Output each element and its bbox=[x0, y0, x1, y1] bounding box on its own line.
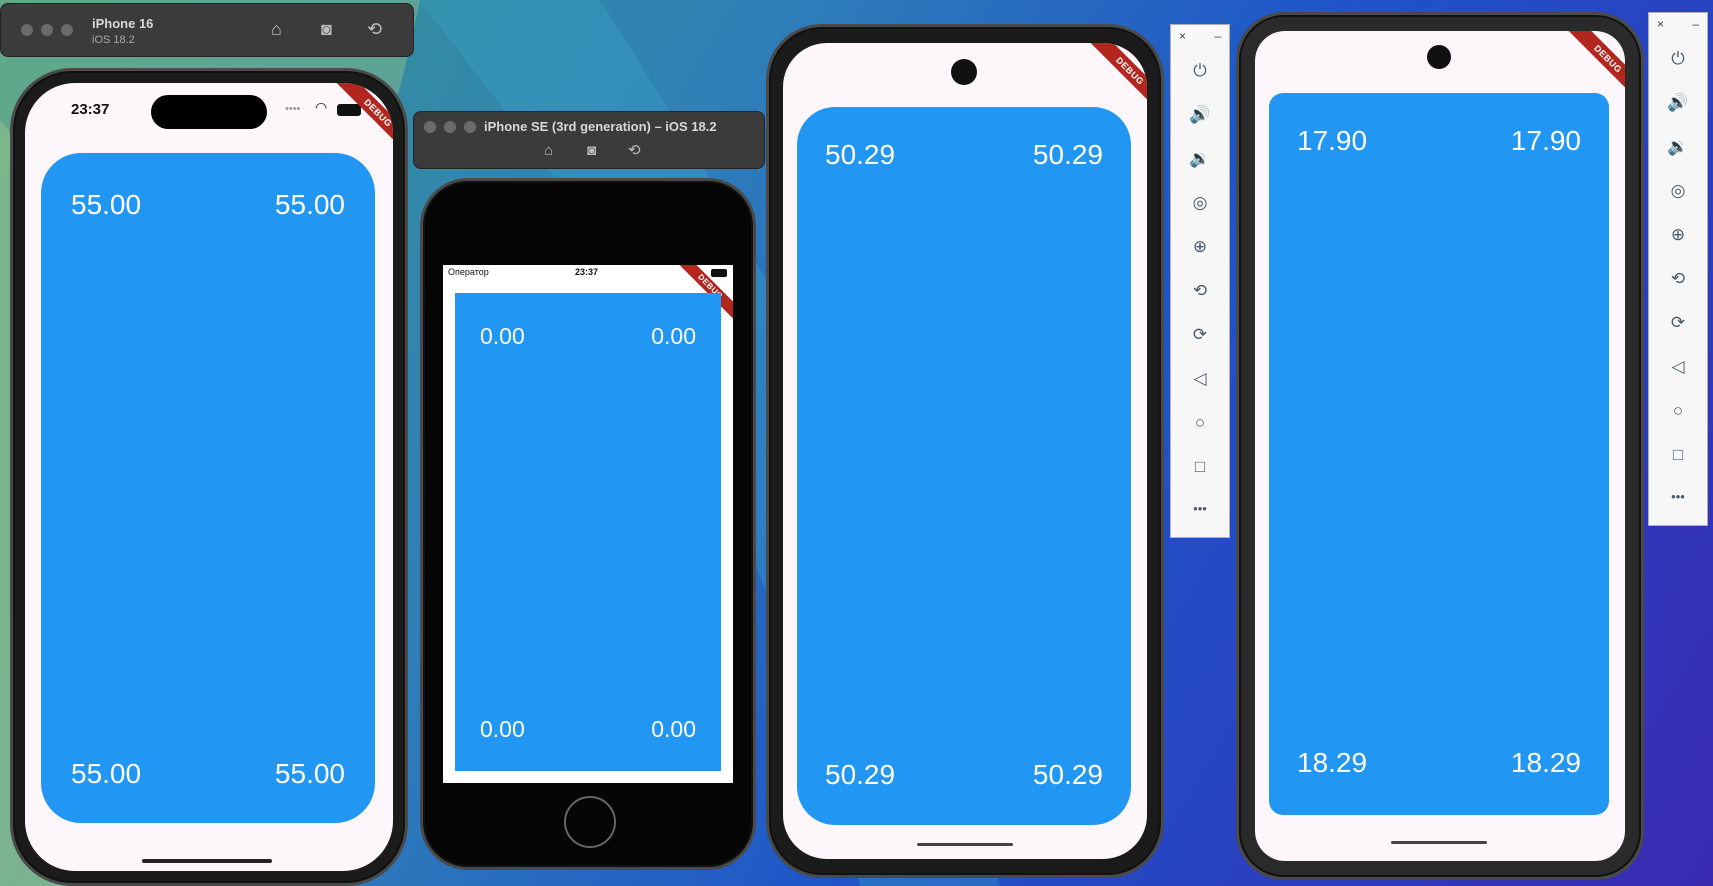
screenshot-icon[interactable]: ◙ bbox=[321, 20, 332, 38]
status-time: 23:37 bbox=[575, 267, 599, 277]
volume-up-icon[interactable]: 🔊 bbox=[1171, 105, 1229, 125]
overview-icon[interactable]: □ bbox=[1171, 457, 1229, 477]
simulator-titlebar-iphone16: iPhone 16 iOS 18.2 ⌂ ◙ ⟲ bbox=[0, 3, 414, 57]
more-icon[interactable]: ••• bbox=[1171, 501, 1229, 516]
window-traffic-lights[interactable] bbox=[21, 24, 73, 36]
value-bottom-left: 50.29 bbox=[825, 759, 896, 790]
front-camera bbox=[1427, 45, 1451, 69]
blue-card: 17.90 17.90 18.29 18.29 bbox=[1269, 93, 1609, 815]
home-icon[interactable]: ⌂ bbox=[544, 142, 553, 160]
status-carrier: Оператор bbox=[448, 267, 489, 277]
rotate-icon[interactable]: ⟲ bbox=[367, 20, 382, 38]
minimize-icon[interactable]: – bbox=[1692, 17, 1699, 31]
screenshot-icon[interactable]: ◙ bbox=[587, 142, 596, 160]
dynamic-island bbox=[151, 95, 267, 129]
back-icon[interactable]: ◁ bbox=[1649, 357, 1707, 377]
back-icon[interactable]: ◁ bbox=[1171, 369, 1229, 389]
value-bottom-left: 0.00 bbox=[480, 716, 525, 742]
simulator-titlebar-iphone-se: iPhone SE (3rd generation) – iOS 18.2 ⌂ … bbox=[413, 111, 765, 169]
front-camera bbox=[951, 59, 977, 85]
gesture-bar[interactable] bbox=[1391, 841, 1487, 844]
emulator-controls-2: × – ⏻ 🔊 🔉 ◎ ⊕ ⟲ ⟳ ◁ ○ □ ••• bbox=[1648, 12, 1708, 526]
value-top-left: 50.29 bbox=[825, 139, 896, 170]
value-bottom-left: 18.29 bbox=[1297, 747, 1368, 778]
value-bottom-right: 55.00 bbox=[274, 758, 345, 789]
camera-icon[interactable]: ◎ bbox=[1171, 193, 1229, 213]
window-traffic-lights[interactable] bbox=[424, 121, 476, 133]
minimize-icon[interactable]: – bbox=[1214, 29, 1221, 43]
battery-icon bbox=[337, 104, 361, 116]
close-icon[interactable]: × bbox=[1179, 29, 1186, 43]
value-top-left: 55.00 bbox=[71, 189, 142, 220]
signal-dots-icon: •••• bbox=[285, 103, 301, 115]
iphone16-device: 23:37 •••• ◠ DEBUG 55.00 55.00 55.00 55.… bbox=[10, 68, 408, 886]
overview-icon[interactable]: □ bbox=[1649, 445, 1707, 465]
home-button[interactable] bbox=[564, 796, 616, 848]
more-icon[interactable]: ••• bbox=[1649, 489, 1707, 504]
iphone-se-screen: Оператор 23:37 DEBUG 0.00 0.00 0.00 0.00 bbox=[443, 265, 733, 783]
simulator-title: iPhone SE (3rd generation) – iOS 18.2 bbox=[484, 119, 717, 134]
debug-banner: DEBUG bbox=[333, 83, 393, 158]
home-icon[interactable]: ○ bbox=[1649, 401, 1707, 421]
rotate-icon[interactable]: ⟲ bbox=[628, 142, 641, 160]
value-top-left: 17.90 bbox=[1297, 125, 1368, 156]
debug-banner: DEBUG bbox=[1085, 43, 1147, 116]
volume-up-icon[interactable]: 🔊 bbox=[1649, 93, 1707, 113]
android-device-2: DEBUG 17.90 17.90 18.29 18.29 bbox=[1236, 12, 1644, 880]
value-bottom-left: 55.00 bbox=[71, 758, 142, 789]
volume-down-icon[interactable]: 🔉 bbox=[1171, 149, 1229, 169]
power-icon[interactable]: ⏻ bbox=[1649, 49, 1707, 69]
gesture-bar[interactable] bbox=[917, 843, 1013, 846]
android-screen-2: DEBUG 17.90 17.90 18.29 18.29 bbox=[1255, 31, 1625, 861]
value-top-left: 0.00 bbox=[480, 323, 525, 349]
simulator-title: iPhone 16 bbox=[92, 16, 154, 31]
blue-card: 55.00 55.00 55.00 55.00 bbox=[41, 153, 375, 823]
battery-icon bbox=[711, 269, 727, 277]
power-icon[interactable]: ⏻ bbox=[1171, 61, 1229, 81]
volume-down-icon[interactable]: 🔉 bbox=[1649, 137, 1707, 157]
close-icon[interactable]: × bbox=[1657, 17, 1664, 31]
panel-window-controls: × – bbox=[1657, 17, 1699, 31]
home-icon[interactable]: ○ bbox=[1171, 413, 1229, 433]
home-indicator[interactable] bbox=[142, 859, 272, 863]
zoom-icon[interactable]: ⊕ bbox=[1171, 237, 1229, 257]
camera-icon[interactable]: ◎ bbox=[1649, 181, 1707, 201]
panel-window-controls: × – bbox=[1179, 29, 1221, 43]
rotate-right-icon[interactable]: ⟳ bbox=[1649, 313, 1707, 333]
value-bottom-right: 0.00 bbox=[651, 716, 696, 742]
value-top-right: 0.00 bbox=[651, 323, 696, 349]
blue-card: 0.00 0.00 0.00 0.00 bbox=[455, 293, 721, 771]
iphone16-screen: 23:37 •••• ◠ DEBUG 55.00 55.00 55.00 55.… bbox=[25, 83, 393, 871]
home-icon[interactable]: ⌂ bbox=[271, 20, 282, 38]
value-bottom-right: 18.29 bbox=[1510, 747, 1581, 778]
rotate-left-icon[interactable]: ⟲ bbox=[1649, 269, 1707, 289]
zoom-icon[interactable]: ⊕ bbox=[1649, 225, 1707, 245]
blue-card: 50.29 50.29 50.29 50.29 bbox=[797, 107, 1131, 825]
android-screen-1: DEBUG 50.29 50.29 50.29 50.29 bbox=[783, 43, 1147, 859]
rotate-left-icon[interactable]: ⟲ bbox=[1171, 281, 1229, 301]
value-top-right: 50.29 bbox=[1032, 139, 1103, 170]
wifi-icon: ◠ bbox=[315, 99, 328, 115]
status-time: 23:37 bbox=[71, 101, 110, 118]
value-top-right: 55.00 bbox=[274, 189, 345, 220]
emulator-controls-1: × – ⏻ 🔊 🔉 ◎ ⊕ ⟲ ⟳ ◁ ○ □ ••• bbox=[1170, 24, 1230, 538]
simulator-subtitle: iOS 18.2 bbox=[92, 34, 135, 46]
android-device-1: DEBUG 50.29 50.29 50.29 50.29 bbox=[766, 24, 1164, 878]
value-top-right: 17.90 bbox=[1510, 125, 1581, 156]
iphone-se-device: Оператор 23:37 DEBUG 0.00 0.00 0.00 0.00 bbox=[420, 178, 756, 870]
value-bottom-right: 50.29 bbox=[1032, 759, 1103, 790]
rotate-right-icon[interactable]: ⟳ bbox=[1171, 325, 1229, 345]
